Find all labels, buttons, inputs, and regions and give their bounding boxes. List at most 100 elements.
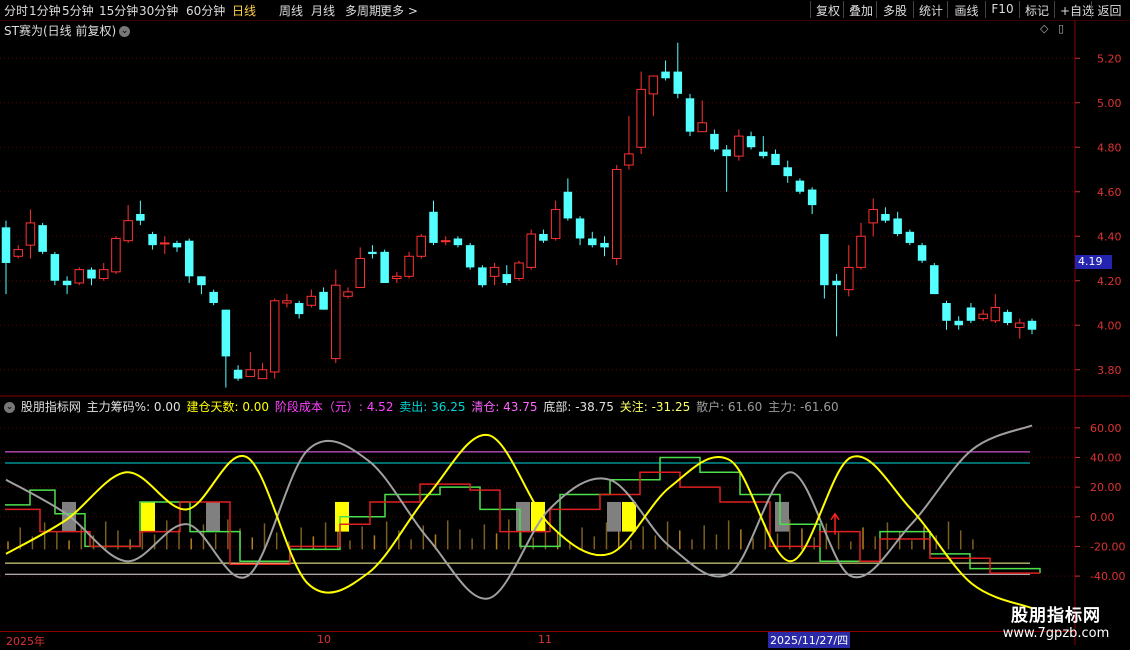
candle-body xyxy=(25,222,36,246)
candle-body xyxy=(148,234,157,246)
candle-body xyxy=(563,191,573,219)
chevron-down-icon[interactable]: ⌄ xyxy=(4,402,15,413)
watermark-url: www.7gpzb.com xyxy=(1002,626,1110,641)
candle-body xyxy=(575,218,585,239)
candle-body xyxy=(611,169,622,259)
candle-body xyxy=(331,284,341,360)
candle-body xyxy=(942,303,951,321)
toolbar-button[interactable]: 标记 xyxy=(1019,1,1054,18)
candle-body xyxy=(98,269,109,280)
period-tab[interactable]: 30分钟 xyxy=(139,2,178,19)
period-tab[interactable]: 月线 xyxy=(311,2,335,19)
period-tab[interactable]: 15分钟 xyxy=(99,2,138,19)
candle-body xyxy=(759,151,768,157)
maximize-icon[interactable]: ▯ xyxy=(1058,22,1064,35)
indicator-field: 散户: 61.60 xyxy=(692,400,763,414)
candle-body xyxy=(478,267,487,286)
tick-label: 40.00 xyxy=(1090,451,1122,464)
candle-body xyxy=(832,280,841,286)
candle-body xyxy=(184,240,194,277)
indicator-values: 主力筹码%: 0.00 建仓天数: 0.00 阶段成本（元）: 4.52 卖出:… xyxy=(87,400,841,414)
candle-body xyxy=(783,167,792,177)
watermark-title: 股朋指标网 xyxy=(1011,606,1101,626)
chart-area: 5.20 5.00 4.80 4.60 4.40 4.20 4.00 3.80 60.00 40… xyxy=(0,20,1130,645)
toolbar-button[interactable]: 画线 xyxy=(947,1,985,18)
period-tab[interactable]: 多周期 xyxy=(345,2,381,19)
candle-body xyxy=(269,300,280,373)
tick-label: 20.00 xyxy=(1090,481,1122,494)
period-tab[interactable]: 1分钟 xyxy=(29,2,61,19)
candle-body xyxy=(648,75,659,95)
series-line xyxy=(5,434,1033,610)
tick-label: 4.60 xyxy=(1097,186,1122,199)
candle-body xyxy=(820,234,829,286)
chevron-down-icon[interactable]: ⌄ xyxy=(119,26,131,37)
candle-body xyxy=(294,303,304,315)
candle-body xyxy=(771,153,780,166)
candle-body xyxy=(844,266,854,291)
tick-label: 3.80 xyxy=(1097,364,1122,377)
tick-label: 4.00 xyxy=(1097,319,1122,332)
tick-label: 4.40 xyxy=(1097,230,1122,243)
indicator-header: ⌄ 股朋指标网 主力筹码%: 0.00 建仓天数: 0.00 阶段成本（元）: … xyxy=(4,398,843,415)
signal-block xyxy=(607,501,621,532)
candle-body xyxy=(319,291,328,310)
tick-label: 4.20 xyxy=(1097,275,1122,288)
date-axis: 2025年 10 11 xyxy=(0,631,1075,648)
indicator-field: 建仓天数: 0.00 xyxy=(182,400,270,414)
toolbar-button[interactable]: 多股 xyxy=(876,1,913,18)
indicator-field: 阶段成本（元）: 4.52 xyxy=(271,400,394,414)
tick-label: 5.00 xyxy=(1097,97,1122,110)
date-cursor-label: 2025/11/27/四 xyxy=(768,632,851,648)
candle-body xyxy=(881,214,890,221)
top-toolbar: 分时 1分钟 5分钟 15分钟 30分钟 60分钟 日线 周线 月线 多周期 更多 > 复权 叠加 多股… xyxy=(0,0,1130,21)
candle-body xyxy=(392,275,402,280)
signal-block xyxy=(531,501,545,532)
period-tab[interactable]: 分时 xyxy=(4,2,28,19)
candle-body xyxy=(722,149,731,157)
panel-controls: ◇ ▯ xyxy=(1040,22,1064,35)
diamond-icon[interactable]: ◇ xyxy=(1040,22,1048,35)
current-price-tag: 4.19 xyxy=(1075,255,1112,269)
candle-body xyxy=(416,235,427,257)
indicator-name: 股朋指标网 xyxy=(20,400,81,414)
candle-body xyxy=(404,255,414,277)
candle-body xyxy=(710,133,719,150)
toolbar-button[interactable]: 复权 xyxy=(810,1,843,18)
series-line xyxy=(5,424,1033,600)
staircase-line xyxy=(5,471,1040,574)
signal-block xyxy=(335,501,349,532)
candle-body xyxy=(368,251,377,255)
period-tab[interactable]: 周线 xyxy=(279,2,303,19)
indicator-field: 主力: -61.60 xyxy=(764,400,839,414)
toolbar-button[interactable]: 统计 xyxy=(913,1,947,18)
candle-body xyxy=(453,238,463,246)
candle-body xyxy=(673,71,683,94)
date-label: 11 xyxy=(538,633,552,646)
candle-body xyxy=(661,71,670,79)
toolbar-button[interactable]: F10 xyxy=(985,1,1019,18)
candle-body xyxy=(1027,320,1037,330)
period-tab[interactable]: 60分钟 xyxy=(186,2,225,19)
watermark-logo: 股朋指标网 www.7gpzb.com xyxy=(985,601,1127,641)
staircase-line xyxy=(5,456,1041,574)
candle-body xyxy=(245,369,256,377)
date-label: 10 xyxy=(317,633,331,646)
period-tab[interactable]: 5分钟 xyxy=(62,2,94,19)
toolbar-button[interactable]: +自选 xyxy=(1054,1,1094,18)
period-tab[interactable]: 更多 > xyxy=(380,2,418,19)
candle-body xyxy=(209,291,218,303)
candle-body xyxy=(978,313,988,320)
candle-body xyxy=(1003,311,1012,324)
toolbar-button[interactable]: 叠加 xyxy=(843,1,876,18)
period-tab[interactable]: 日线 xyxy=(232,2,256,19)
candle-body xyxy=(526,233,536,268)
signal-block xyxy=(206,501,220,532)
candle-body xyxy=(868,209,878,224)
candle-body xyxy=(550,209,561,239)
candle-body xyxy=(440,240,451,243)
toolbar-button[interactable]: 返回 xyxy=(1091,1,1127,18)
candle-body xyxy=(893,218,902,235)
candle-body xyxy=(746,136,756,148)
candle-body xyxy=(930,265,939,295)
